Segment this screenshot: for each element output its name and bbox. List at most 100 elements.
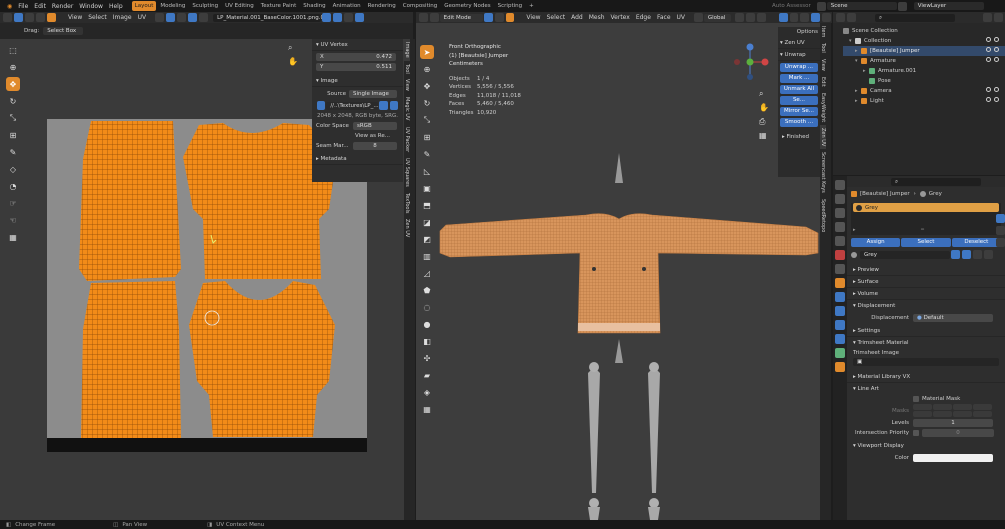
tab-compositing[interactable]: Compositing [400, 1, 440, 11]
uv-tab-uv-squares[interactable]: UV Squares [404, 155, 410, 190]
mask-toggle[interactable] [973, 411, 992, 417]
material-name-field[interactable]: Grey [860, 250, 950, 259]
image-open-icon[interactable] [344, 13, 354, 22]
zen-unmark-all-button[interactable]: Unmark All [780, 85, 818, 94]
particles-tab-icon[interactable] [835, 306, 845, 316]
visibility-eye-icon[interactable] [983, 46, 999, 56]
uv-menu-uv[interactable]: UV [135, 14, 150, 21]
vp-tab-screencast-keys[interactable]: Screencast Keys [820, 149, 826, 196]
menu-render[interactable]: Render [49, 3, 76, 10]
annotate-tool-icon[interactable]: ✎ [6, 145, 20, 159]
proportional-icon[interactable] [177, 13, 187, 22]
assign-button[interactable]: Assign [851, 238, 901, 247]
image-new-icon[interactable] [333, 13, 343, 22]
scene-field[interactable]: Scene [826, 2, 897, 10]
zen-unwrap-button[interactable]: Unwrap ... [780, 63, 818, 72]
uv-tab-textools[interactable]: TexTools [404, 190, 410, 216]
vp-measure-tool-icon[interactable]: ◺ [420, 164, 434, 178]
add-workspace-button[interactable]: + [526, 1, 537, 11]
vp-tab-easyweight[interactable]: EasyWeight [820, 90, 826, 125]
vp-shrink-tool-icon[interactable]: ✣ [420, 351, 434, 365]
uv-y-field[interactable]: Y 0.511 [316, 63, 396, 71]
rotate-tool-icon[interactable]: ↻ [6, 94, 20, 108]
pivot-point-icon[interactable] [735, 13, 745, 22]
outliner-display-mode-icon[interactable] [847, 13, 856, 22]
vp-knife-tool-icon[interactable]: ◿ [420, 266, 434, 280]
data-tab-icon[interactable] [835, 348, 845, 358]
vp-loopcut-tool-icon[interactable]: ▥ [420, 249, 434, 263]
shading-solid-icon[interactable] [800, 13, 810, 22]
remove-slot-icon[interactable] [996, 226, 1005, 235]
uv-tab-zen-uv[interactable]: Zen UV [404, 216, 410, 240]
move-tool-icon[interactable]: ✥ [6, 77, 20, 91]
uv-vertex-header[interactable]: ▾ UV Vertex [312, 39, 403, 51]
vp-rotate-tool-icon[interactable]: ↻ [420, 96, 434, 110]
face-select-icon[interactable] [47, 13, 56, 22]
vertex-select-icon[interactable] [25, 13, 34, 22]
tab-geometry-nodes[interactable]: Geometry Nodes [441, 1, 493, 11]
properties-search-input[interactable]: ⌕ [891, 177, 981, 186]
menu-window[interactable]: Window [76, 3, 106, 10]
vp-tab-tool[interactable]: Tool [820, 40, 826, 56]
select-button[interactable]: Select [901, 238, 951, 247]
pinch-tool-icon[interactable]: ☜ [6, 213, 20, 227]
edge-select-icon[interactable] [36, 13, 45, 22]
slot-specials-icon[interactable] [996, 238, 1005, 247]
menu-edit[interactable]: Edit [31, 3, 49, 10]
material-library-section[interactable]: ▸ Material Library VX [847, 371, 1005, 383]
trimsheet-section[interactable]: ▾ Trimsheet Material [847, 337, 1005, 349]
vp-bevel-tool-icon[interactable]: ◩ [420, 232, 434, 246]
uv-tab-uv-packer[interactable]: UV Packer [404, 124, 410, 155]
mask-toggle[interactable] [933, 411, 952, 417]
vp-camera-icon[interactable]: ⎙ [759, 115, 769, 129]
vp-cursor-tool-icon[interactable]: ⊕ [420, 62, 434, 76]
vp-tab-speedretopo[interactable]: SpeedRetopo [820, 196, 826, 235]
menu-help[interactable]: Help [106, 3, 126, 10]
intersection-checkbox[interactable] [913, 430, 919, 436]
vp-add-cube-tool-icon[interactable]: ▣ [420, 181, 434, 195]
vp-edge-slide-tool-icon[interactable]: ◧ [420, 334, 434, 348]
folder-icon[interactable] [379, 101, 388, 110]
material-unlink-icon[interactable] [973, 250, 982, 259]
finished-header[interactable]: ▸ Finished [778, 131, 820, 143]
grab-tool-icon[interactable]: ◔ [6, 179, 20, 193]
editor-type-icon[interactable] [3, 13, 12, 22]
displacement-select[interactable]: ● Default [913, 314, 993, 322]
collection-tab-icon[interactable] [835, 264, 845, 274]
material-filter-icon[interactable] [984, 250, 993, 259]
vp-tab-edit[interactable]: Edit [820, 74, 826, 90]
modifier-tab-icon[interactable] [835, 292, 845, 302]
material-slot-row[interactable]: Grey [853, 203, 999, 212]
list-expand-icon[interactable]: ▸ [853, 227, 856, 233]
transform-tool-icon[interactable]: ⊞ [6, 128, 20, 142]
vp-polybuild-tool-icon[interactable]: ⬟ [420, 283, 434, 297]
outliner-new-collection-icon[interactable] [994, 13, 1003, 22]
proportional-edit-icon[interactable] [757, 13, 766, 22]
intersection-field[interactable]: 0 [922, 429, 994, 437]
vp-transform-tool-icon[interactable]: ⊞ [420, 130, 434, 144]
uv-menu-view[interactable]: View [65, 14, 85, 21]
face-mode-icon[interactable] [505, 13, 515, 22]
mask-toggle[interactable] [913, 404, 932, 410]
menu-file[interactable]: File [15, 3, 31, 10]
zen-smooth-button[interactable]: Smooth ... [780, 118, 818, 127]
unwrap-header[interactable]: ▾ Unwrap [778, 49, 820, 61]
vp-tab-zen-uv[interactable]: Zen UV [820, 124, 826, 150]
line-art-section[interactable]: ▾ Line Art [847, 383, 1005, 395]
constraints-tab-icon[interactable] [835, 334, 845, 344]
overlay-toggle-icon[interactable] [778, 13, 788, 22]
vp-menu-add[interactable]: Add [568, 14, 586, 21]
outliner-row[interactable]: ▾ Armature [843, 56, 1005, 66]
viewport-editor-type-icon[interactable] [419, 13, 428, 22]
zen-uv-header[interactable]: ▾ Zen UV [778, 37, 820, 49]
vp-grid-icon[interactable]: ▦ [759, 129, 769, 143]
tab-sculpting[interactable]: Sculpting [189, 1, 221, 11]
deselect-button[interactable]: Deselect [951, 238, 1001, 247]
snap-icon[interactable] [166, 13, 176, 22]
vp-menu-mesh[interactable]: Mesh [586, 14, 608, 21]
material-mask-checkbox[interactable] [913, 396, 919, 402]
snapping-icon[interactable] [746, 13, 756, 22]
outliner-row[interactable]: Pose [843, 76, 1005, 86]
image-name-field[interactable]: LP_Material.001_BaseColor.1001.png.005 [213, 13, 331, 22]
image-panel-header[interactable]: ▾ Image [312, 75, 403, 87]
